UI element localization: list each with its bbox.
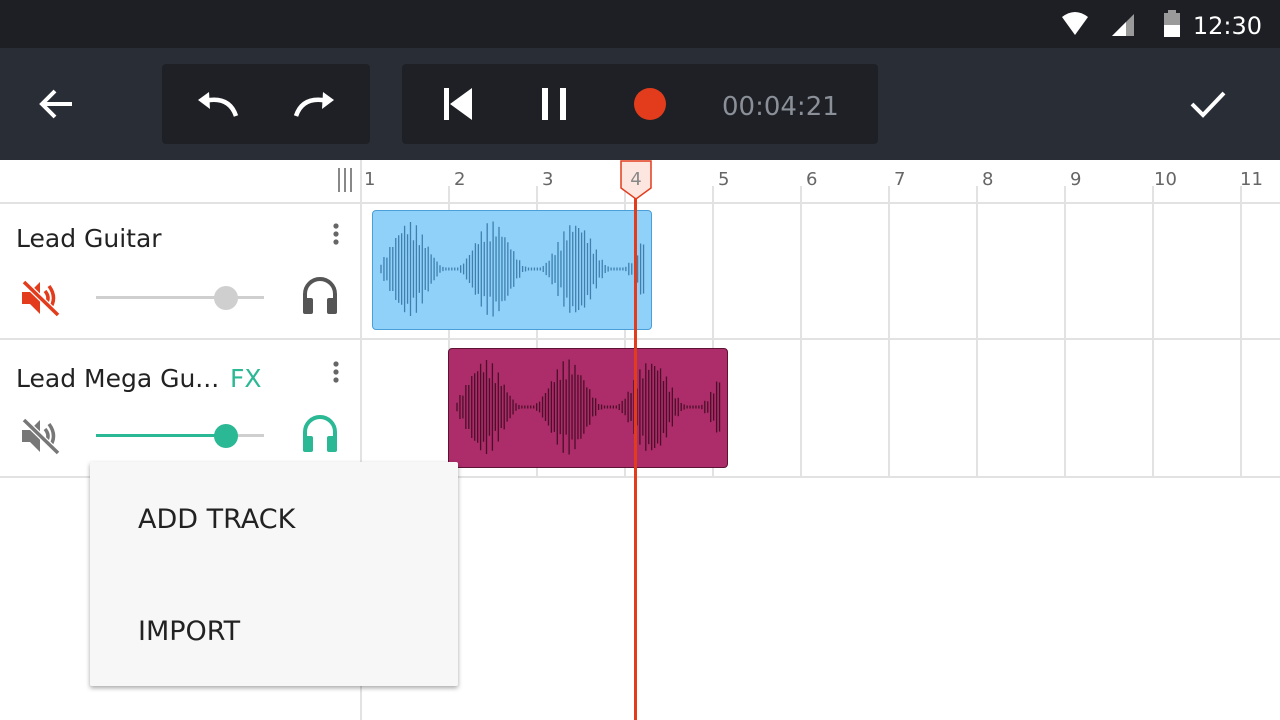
playhead-marker-label: 4 [630, 169, 642, 190]
grid-line [800, 186, 802, 478]
ruler-tick: 2 [454, 169, 466, 190]
status-time: 12:30 [1192, 12, 1262, 40]
redo-icon [293, 92, 334, 117]
track-divider [0, 338, 1280, 340]
ruler-tick: 9 [1070, 169, 1082, 190]
menu-item-import[interactable]: IMPORT [138, 616, 240, 647]
volume-slider-knob[interactable] [214, 286, 238, 310]
ruler-tick: 1 [364, 169, 376, 190]
ruler-tick: 8 [982, 169, 994, 190]
track-menu-icon[interactable] [330, 360, 342, 384]
ruler-tick: 5 [718, 169, 730, 190]
redo-button[interactable] [286, 76, 342, 132]
skip-to-start-button[interactable] [430, 76, 486, 132]
wifi-icon [1062, 12, 1088, 35]
undo-button[interactable] [190, 76, 246, 132]
record-button[interactable] [622, 76, 678, 132]
grid-line [976, 186, 978, 478]
pause-button[interactable] [526, 76, 582, 132]
volume-slider-fill [96, 434, 226, 437]
check-icon [1190, 91, 1226, 118]
volume-slider-track[interactable] [96, 296, 264, 299]
speaker-muted-icon [21, 279, 60, 317]
grid-line [888, 186, 890, 478]
ruler-tick: 6 [806, 169, 818, 190]
solo-button[interactable] [296, 412, 344, 456]
menu-item-add-track[interactable]: ADD TRACK [138, 504, 295, 535]
track-name[interactable]: Lead Mega Gu... [16, 364, 219, 393]
mute-button[interactable] [16, 414, 64, 458]
headphones-icon [303, 415, 337, 452]
back-arrow-icon [39, 89, 72, 119]
track-menu-icon[interactable] [330, 222, 342, 246]
back-button[interactable] [28, 76, 84, 132]
add-menu: ADD TRACK IMPORT [90, 462, 458, 686]
pause-icon [542, 88, 566, 120]
ruler-tick: 10 [1154, 169, 1177, 190]
undo-icon [198, 92, 239, 117]
speaker-muted-icon [21, 417, 60, 455]
waveform [380, 221, 645, 317]
solo-button[interactable] [296, 274, 344, 318]
volume-slider-knob[interactable] [214, 424, 238, 448]
ruler-tick: 3 [542, 169, 554, 190]
ruler-tick: 11 [1240, 169, 1263, 190]
audio-clip[interactable] [448, 348, 728, 468]
grid-line [1064, 186, 1066, 478]
ruler-tick: 7 [894, 169, 906, 190]
playhead-line[interactable] [634, 180, 637, 720]
cell-signal-icon [1112, 14, 1134, 36]
fx-badge[interactable]: FX [230, 364, 262, 393]
audio-clip[interactable] [372, 210, 652, 330]
record-icon [634, 88, 666, 120]
track-name[interactable]: Lead Guitar [16, 224, 162, 253]
timecode: 00:04:21 [722, 92, 839, 122]
waveform [456, 359, 721, 455]
confirm-button[interactable] [1180, 76, 1236, 132]
skip-to-start-icon [444, 88, 472, 120]
headphones-icon [303, 277, 337, 314]
drag-handle-icon[interactable] [336, 168, 354, 192]
mute-button[interactable] [16, 276, 64, 320]
battery-icon [1164, 10, 1180, 37]
grid-line [1152, 186, 1154, 478]
grid-line [1240, 186, 1242, 478]
status-bar: 12:30 [0, 0, 1280, 48]
